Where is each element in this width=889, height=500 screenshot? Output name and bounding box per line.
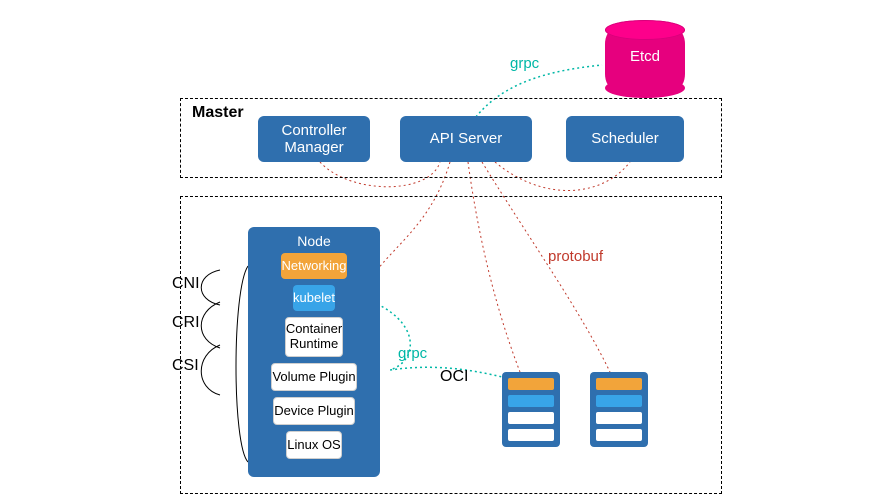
label-oci: OCI <box>440 368 468 386</box>
label-cni: CNI <box>172 275 200 293</box>
mini2-row-white2 <box>596 429 642 441</box>
etcd-cylinder: Etcd <box>605 30 685 88</box>
label-cri: CRI <box>172 314 200 332</box>
mini2-row-gold <box>596 378 642 390</box>
mini1-row-white1 <box>508 412 554 424</box>
row-linux-os: Linux OS <box>286 431 341 459</box>
node-title: Node <box>248 233 380 249</box>
row-container-runtime: Container Runtime <box>285 317 343 357</box>
mini-node-1 <box>502 372 560 447</box>
mini2-row-sky <box>596 395 642 407</box>
row-kubelet: kubelet <box>293 285 335 311</box>
mini2-row-white1 <box>596 412 642 424</box>
node-box: Node Networking kubelet Container Runtim… <box>248 227 380 477</box>
mini1-row-white2 <box>508 429 554 441</box>
mini-node-2 <box>590 372 648 447</box>
tag-grpc-top: grpc <box>510 55 539 72</box>
mini1-row-sky <box>508 395 554 407</box>
scheduler-box: Scheduler <box>566 116 684 162</box>
master-title: Master <box>192 104 244 122</box>
tag-grpc-mid: grpc <box>398 345 427 362</box>
mini1-row-gold <box>508 378 554 390</box>
row-networking: Networking <box>281 253 346 279</box>
row-volume-plugin: Volume Plugin <box>271 363 356 391</box>
label-csi: CSI <box>172 357 199 375</box>
etcd-label: Etcd <box>605 48 685 65</box>
controller-manager-box: Controller Manager <box>258 116 370 162</box>
tag-protobuf: protobuf <box>548 248 603 265</box>
api-server-box: API Server <box>400 116 532 162</box>
row-device-plugin: Device Plugin <box>273 397 355 425</box>
